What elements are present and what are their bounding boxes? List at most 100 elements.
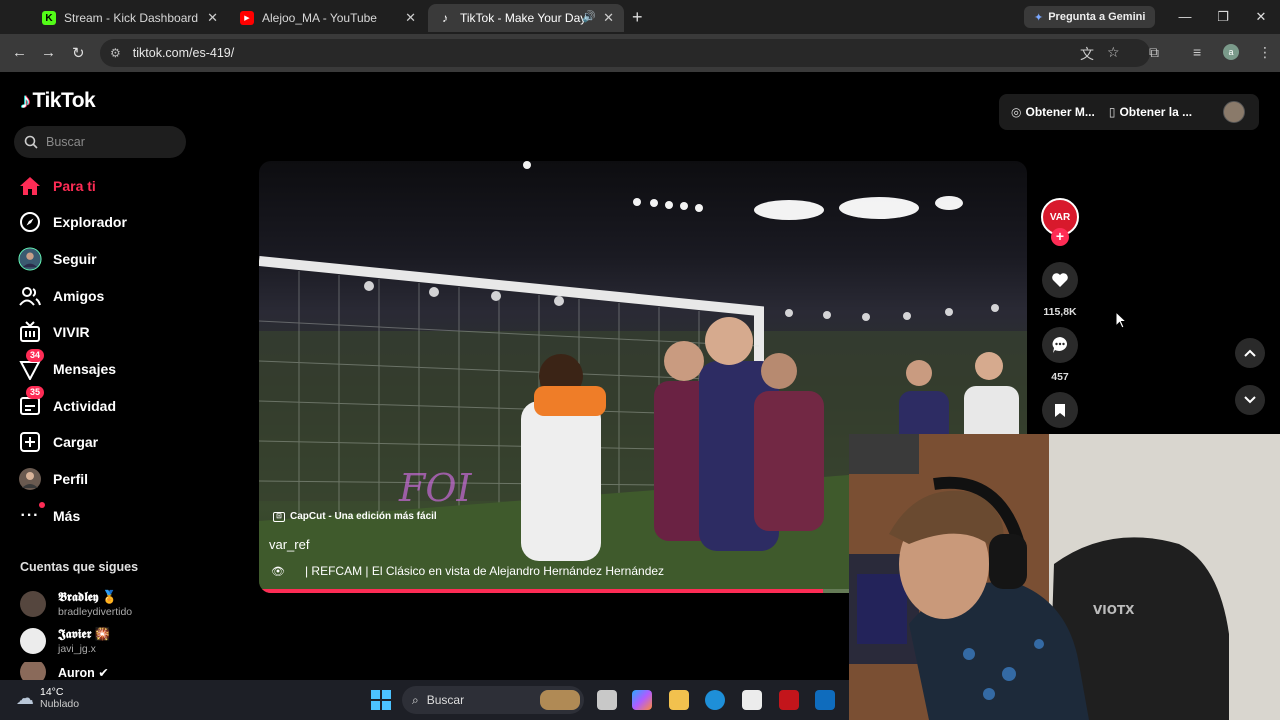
browser-menu-icon[interactable]: ⋮ [1258,44,1272,61]
nav-actividad[interactable]: 35 Actividad [18,386,218,420]
nav-label: Para ti [53,178,96,194]
audio-playing-icon[interactable]: 🔊 [582,10,596,23]
comment-icon [1052,337,1068,353]
weather-widget[interactable]: ☁ 14°C Nublado [16,686,79,710]
search-input[interactable] [46,135,176,149]
kick-icon: K [42,11,56,25]
translate-icon[interactable]: 文 [1080,44,1094,64]
next-video-button[interactable] [1235,385,1265,415]
address-toolbar: ← → ↻ ⚙ tiktok.com/es-419/ 文 ☆ ⧉ ≡ ⋮ [0,34,1280,72]
bookmark-star-icon[interactable]: ☆ [1107,44,1120,61]
capcut-watermark[interactable]: ⊡ CapCut - Una edición más fácil [273,511,437,522]
file-explorer-icon[interactable] [669,690,689,710]
follow-plus-button[interactable]: + [1051,228,1069,246]
nav-vivir[interactable]: VIVIR [18,318,218,346]
following-accounts-title: Cuentas que sigues [20,560,139,574]
live-icon [18,320,42,344]
coin-icon: ◎ [1011,105,1022,119]
nav-perfil[interactable]: Perfil [18,465,218,493]
get-app-button[interactable]: ▯ Obtener la ... [1109,105,1192,119]
activity-icon: 35 [18,386,45,418]
browser-profile-avatar[interactable]: a [1223,44,1239,60]
windows-taskbar: ☁ 14°C Nublado ⌕ Buscar [0,680,849,720]
outlook-icon[interactable] [815,690,835,710]
chevron-down-icon [1244,396,1256,404]
close-tab-icon[interactable]: ✕ [603,10,614,26]
close-window-icon[interactable]: ✕ [1242,0,1280,34]
nav-label: Seguir [53,251,97,267]
edge-icon[interactable] [705,690,725,710]
get-app-label: Obtener la ... [1119,105,1193,119]
tab-title: Alejoo_MA - YouTube [262,11,377,25]
copilot-icon[interactable] [632,690,652,710]
gemini-button[interactable]: ✦ Pregunta a Gemini [1024,6,1156,28]
new-tab-button[interactable]: + [632,7,643,28]
capcut-text: CapCut - Una edición más fácil [290,511,437,522]
activity-badge: 35 [26,386,45,399]
nav-explorador[interactable]: Explorador [18,208,218,236]
maximize-icon[interactable]: ❐ [1204,0,1242,34]
nav-label: Más [53,508,81,524]
following-account[interactable]: Auron ✔ [20,662,109,682]
following-account[interactable]: 𝕭𝖗𝖆𝖉𝖑𝖊𝖞 🏅 bradleydivertido [20,588,132,620]
nav-para-ti[interactable]: Para ti [18,172,218,200]
store-icon[interactable] [742,690,762,710]
extensions-icon[interactable]: ⧉ [1149,44,1159,61]
more-icon: ··· [18,502,45,528]
nav-amigos[interactable]: Amigos [18,282,218,310]
messages-icon: 34 [18,349,45,381]
get-coins-button[interactable]: ◎ Obtener M... [1011,105,1095,119]
media-controls-icon[interactable]: ≡ [1193,44,1201,60]
search-icon: ⌕ [412,692,419,707]
webcam-overlay: VIOTX [849,434,1280,720]
video-description: 👁 | REFCAM | El Clásico en vista de Alej… [271,564,664,578]
minimize-icon[interactable]: — [1166,0,1204,34]
forward-icon[interactable]: → [41,44,56,61]
nav-label: Actividad [53,398,117,414]
task-view-icon[interactable] [597,690,617,710]
mcafee-icon[interactable] [779,690,799,710]
comment-button[interactable] [1042,327,1078,363]
nav-mensajes[interactable]: 34 Mensajes [18,349,218,383]
widget-thumbnail-icon[interactable] [540,690,580,710]
nav-label: Mensajes [53,361,117,377]
nav-cargar[interactable]: Cargar [18,428,218,456]
bookmark-icon [1055,403,1065,417]
eye-icon: 👁 [271,565,285,578]
svg-text:VIOTX: VIOTX [1093,603,1135,617]
back-icon[interactable]: ← [12,44,27,61]
phone-icon: ▯ [1108,105,1116,119]
nav-label: Explorador [53,214,127,230]
reload-icon[interactable]: ↻ [72,44,85,62]
tab-tiktok[interactable]: ♪ TikTok - Make Your Day 🔊 ✕ [428,4,624,32]
user-avatar[interactable] [1223,101,1245,123]
tab-youtube[interactable]: ▶ Alejoo_MA - YouTube ✕ [230,4,426,32]
logo-text: TikTok [32,89,96,112]
tab-kick-dashboard[interactable]: K Stream - Kick Dashboard ✕ [32,4,228,32]
windows-start-icon[interactable] [371,690,391,710]
cloud-icon: ☁ [16,687,34,708]
close-tab-icon[interactable]: ✕ [405,10,416,26]
avatar [20,591,46,617]
tiktok-search[interactable] [14,126,186,158]
video-username[interactable]: var_ref [269,537,309,552]
upload-icon [18,430,42,454]
tiktok-note-icon: ♪ [20,88,31,113]
webcam-scene: VIOTX [849,434,1280,720]
close-tab-icon[interactable]: ✕ [207,10,218,26]
nav-label: Cargar [53,434,99,450]
tiktok-logo[interactable]: ♪ TikTok [20,88,96,114]
nav-mas[interactable]: ··· Más [18,502,218,530]
nav-seguir[interactable]: Seguir [18,245,218,273]
site-info-icon[interactable]: ⚙ [110,46,121,60]
save-button[interactable] [1042,392,1078,428]
friends-icon [18,284,42,308]
like-button[interactable] [1042,262,1078,298]
previous-video-button[interactable] [1235,338,1265,368]
temperature: 14°C [40,686,64,698]
description-text: | REFCAM | El Clásico en vista de Alejan… [304,564,665,578]
tiktok-icon: ♪ [442,11,448,25]
url-bar[interactable]: ⚙ tiktok.com/es-419/ [100,39,1150,67]
following-account[interactable]: 𝕵𝖆𝖛𝖎𝖊𝖗 🎇 javi_jg.x [20,625,110,657]
gemini-label: Pregunta a Gemini [1048,11,1146,23]
